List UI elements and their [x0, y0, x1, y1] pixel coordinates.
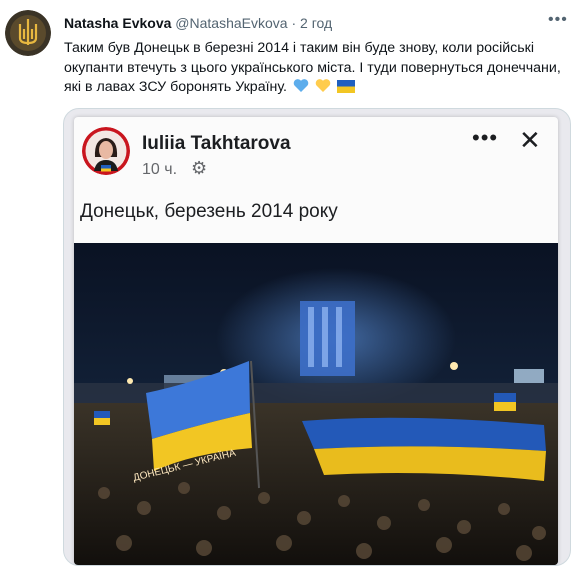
gear-icon: ⚙	[191, 158, 208, 178]
ukraine-flag-icon	[336, 80, 355, 100]
author-handle[interactable]: @NatashaEvkova	[175, 15, 287, 31]
separator-dot: ·	[291, 15, 297, 31]
more-options-icon[interactable]: •••	[548, 11, 568, 29]
embedded-author-name: Iuliia Takhtarova	[142, 133, 291, 154]
rally-photo: ДОНЕЦЬК — УКРАЇНА	[74, 243, 558, 565]
embedded-more-icon: •••	[472, 125, 499, 150]
profile-photo-icon	[82, 127, 130, 175]
embedded-caption: Донецьк, березень 2014 року	[80, 201, 338, 222]
donetsk-rally-photo: ДОНЕЦЬК — УКРАЇНА	[74, 243, 558, 565]
tweet-time[interactable]: 2 год	[300, 15, 332, 31]
yellow-heart-icon	[315, 78, 331, 100]
author-avatar[interactable]	[5, 10, 51, 56]
tweet-header: Natasha Evkova @NatashaEvkova · 2 год	[64, 15, 332, 31]
author-name[interactable]: Natasha Evkova	[64, 15, 171, 31]
embedded-facebook-post: Iuliia Takhtarova 10 ч. ⚙ ••• ✕ Донецьк,…	[74, 117, 558, 565]
blue-heart-icon	[293, 78, 309, 100]
tweet-body: Таким був Донецьк в березні 2014 і таким…	[64, 40, 561, 95]
trident-avatar-icon	[5, 10, 51, 56]
tweet-media-image[interactable]: Iuliia Takhtarova 10 ч. ⚙ ••• ✕ Донецьк,…	[63, 108, 571, 566]
tweet-text: Таким був Донецьк в березні 2014 і таким…	[64, 39, 564, 100]
embedded-post-time: 10 ч.	[142, 161, 178, 178]
embedded-author-avatar	[82, 127, 130, 175]
close-icon: ✕	[519, 125, 541, 155]
